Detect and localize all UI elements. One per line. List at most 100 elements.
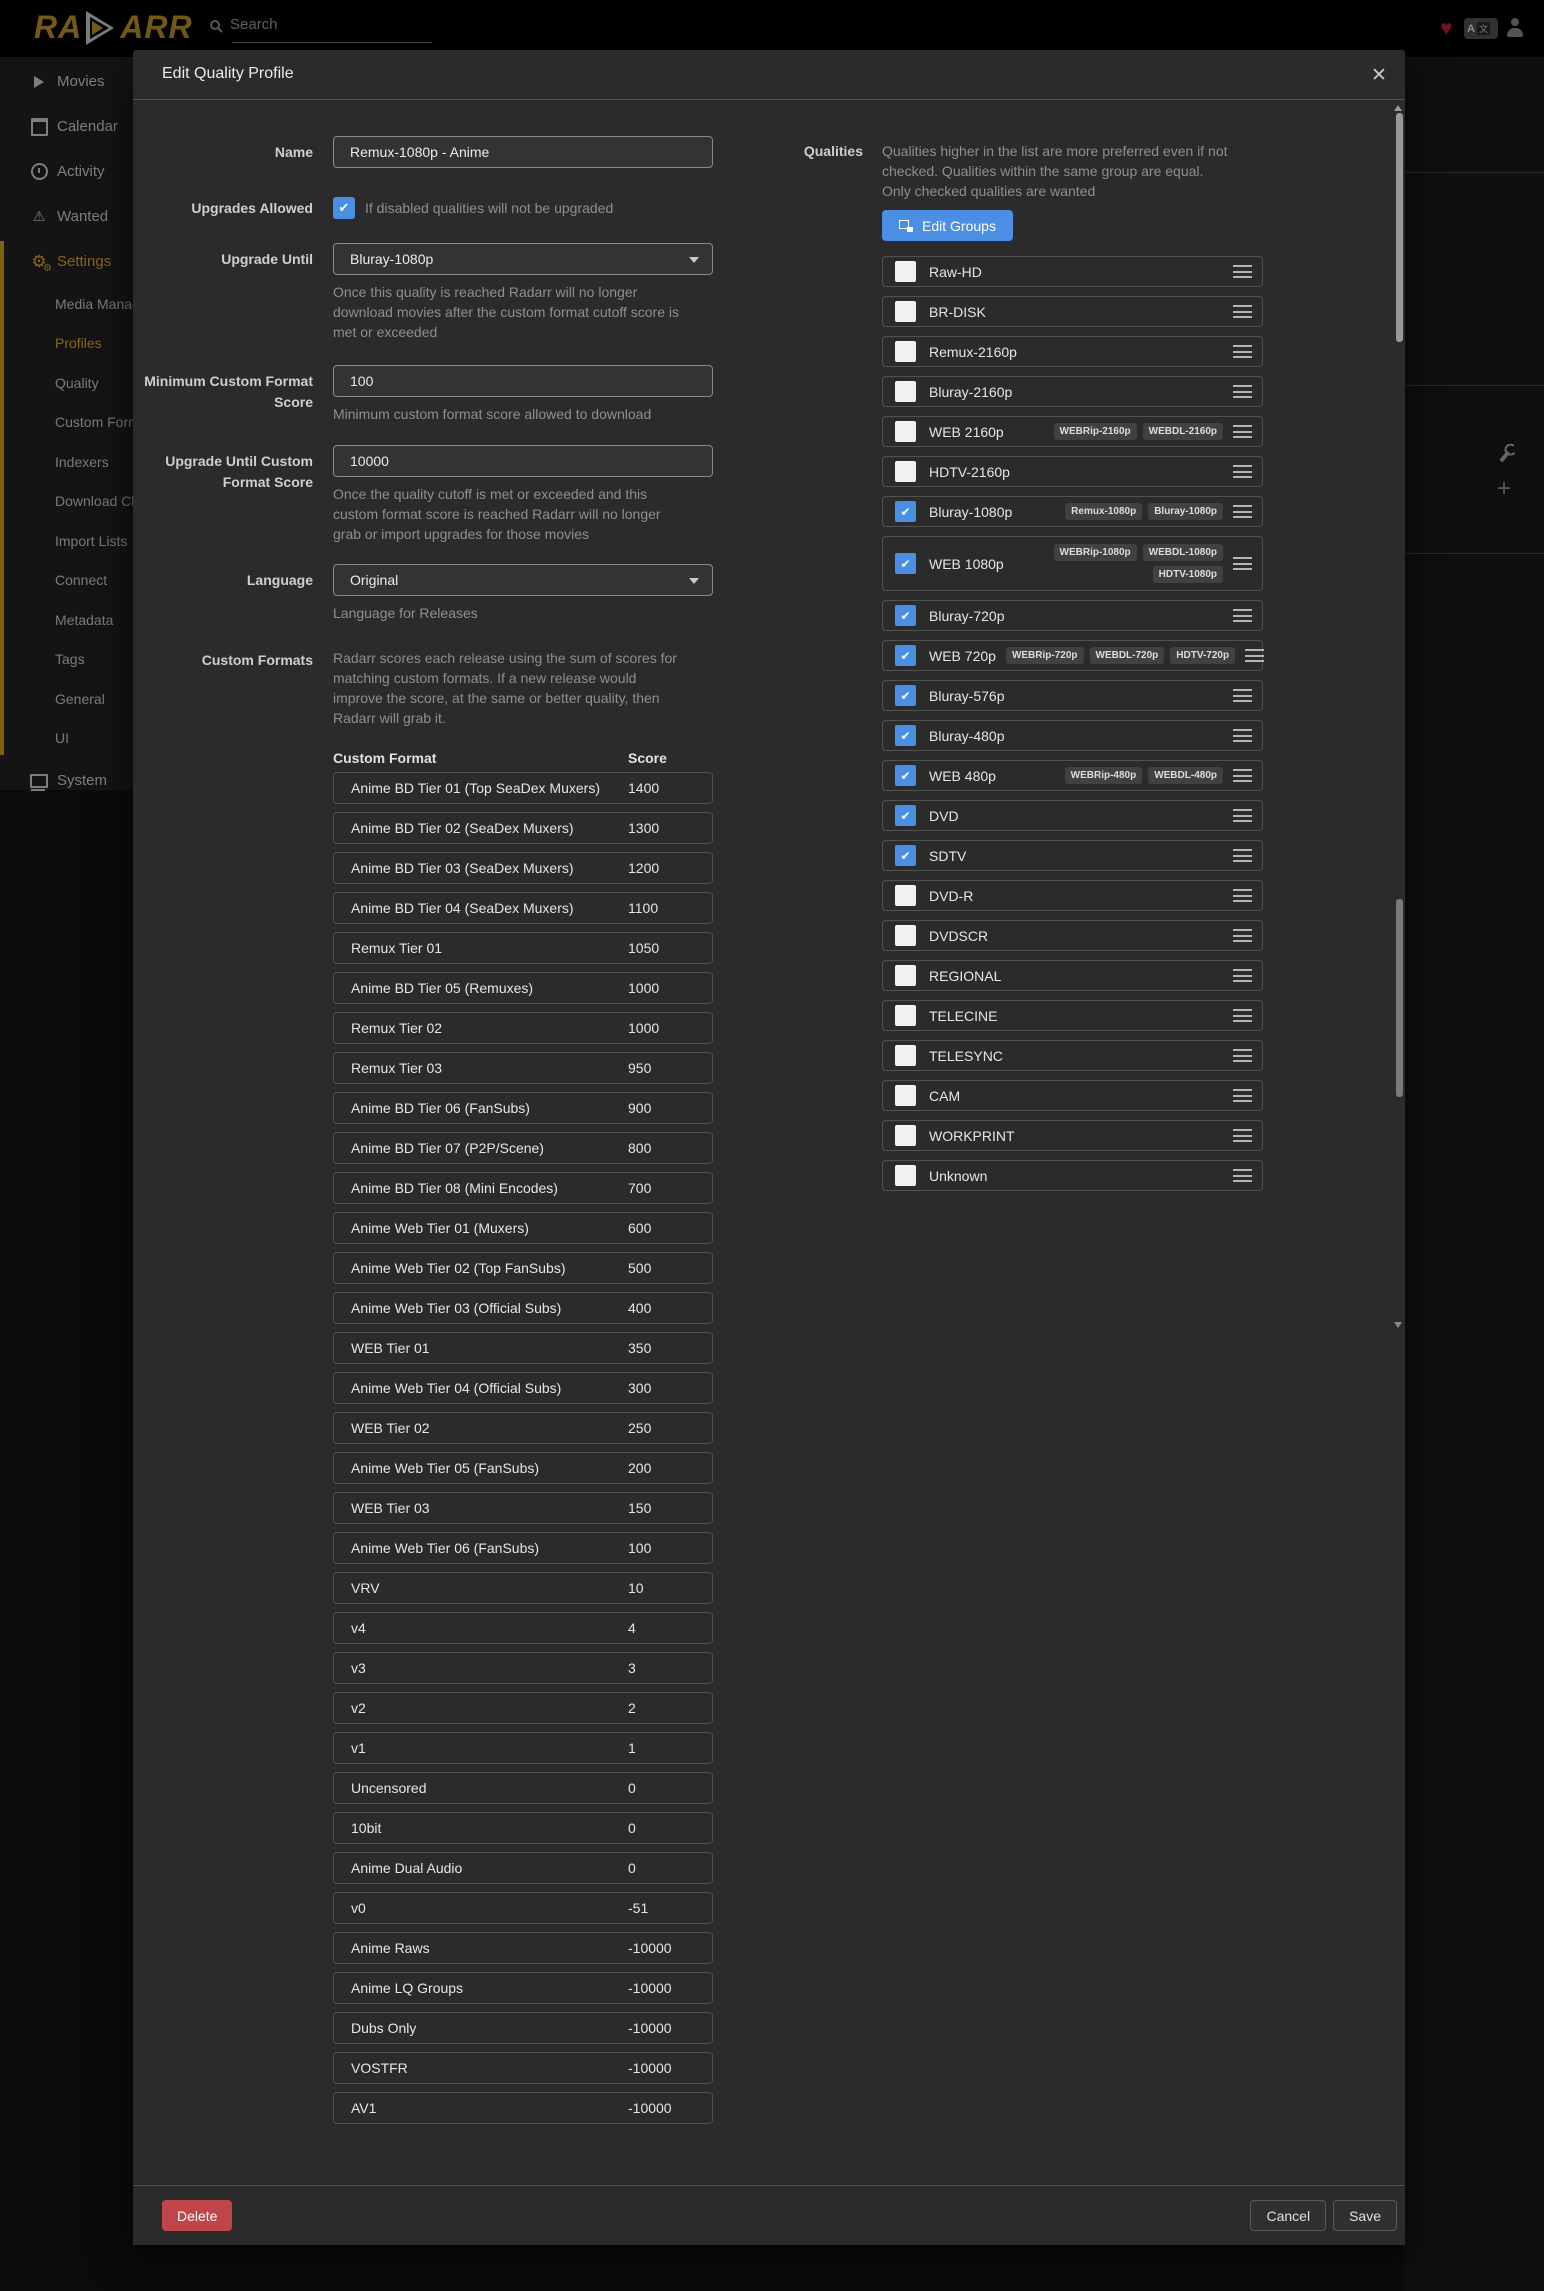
drag-handle-icon[interactable] bbox=[1233, 689, 1252, 702]
drag-handle-icon[interactable] bbox=[1233, 1049, 1252, 1062]
language-select[interactable]: Original bbox=[333, 564, 713, 596]
save-button[interactable]: Save bbox=[1333, 2200, 1397, 2231]
custom-format-name: Anime BD Tier 05 (Remuxes) bbox=[351, 980, 628, 996]
custom-format-score: 800 bbox=[628, 1140, 651, 1156]
delete-button[interactable]: Delete bbox=[162, 2200, 232, 2231]
scrollbar-thumb[interactable] bbox=[1396, 113, 1403, 342]
quality-checkbox[interactable] bbox=[895, 885, 916, 906]
drag-handle-icon[interactable] bbox=[1245, 649, 1264, 662]
upgrades-allowed-checkbox[interactable]: ✔ bbox=[333, 197, 355, 219]
qualities-description: Qualities higher in the list are more pr… bbox=[882, 141, 1234, 201]
quality-name: CAM bbox=[929, 1088, 960, 1104]
custom-format-row: Anime BD Tier 08 (Mini Encodes)700 bbox=[333, 1172, 713, 1204]
drag-handle-icon[interactable] bbox=[1233, 305, 1252, 318]
drag-handle-icon[interactable] bbox=[1233, 849, 1252, 862]
upgrade-until-select[interactable]: Bluray-1080p bbox=[333, 243, 713, 275]
quality-checkbox[interactable] bbox=[895, 1045, 916, 1066]
quality-row: Remux-2160p bbox=[882, 336, 1263, 367]
cancel-button[interactable]: Cancel bbox=[1250, 2200, 1326, 2231]
quality-row: WEB 2160pWEBRip-2160pWEBDL-2160p bbox=[882, 416, 1263, 447]
drag-handle-icon[interactable] bbox=[1233, 1009, 1252, 1022]
column-score: Score bbox=[628, 750, 667, 766]
custom-format-score: 300 bbox=[628, 1380, 651, 1396]
quality-checkbox[interactable] bbox=[895, 421, 916, 442]
quality-row: ✔WEB 1080pWEBRip-1080pWEBDL-1080pHDTV-10… bbox=[882, 536, 1263, 591]
drag-handle-icon[interactable] bbox=[1233, 557, 1252, 570]
drag-handle-icon[interactable] bbox=[1233, 465, 1252, 478]
quality-checkbox[interactable] bbox=[895, 261, 916, 282]
quality-name: Bluray-720p bbox=[929, 608, 1005, 624]
quality-row: HDTV-2160p bbox=[882, 456, 1263, 487]
quality-checkbox[interactable]: ✔ bbox=[895, 605, 916, 626]
drag-handle-icon[interactable] bbox=[1233, 345, 1252, 358]
drag-handle-icon[interactable] bbox=[1233, 809, 1252, 822]
quality-badge: WEBDL-720p bbox=[1090, 647, 1165, 664]
quality-checkbox[interactable] bbox=[895, 301, 916, 322]
quality-row: Raw-HD bbox=[882, 256, 1263, 287]
close-icon[interactable]: ✕ bbox=[1365, 61, 1393, 89]
quality-checkbox[interactable] bbox=[895, 1005, 916, 1026]
custom-format-row: WEB Tier 01350 bbox=[333, 1332, 713, 1364]
quality-checkbox[interactable] bbox=[895, 925, 916, 946]
custom-format-score: 700 bbox=[628, 1180, 651, 1196]
quality-checkbox[interactable]: ✔ bbox=[895, 501, 916, 522]
scrollbar-thumb[interactable] bbox=[1396, 899, 1403, 1097]
quality-row: BR-DISK bbox=[882, 296, 1263, 327]
drag-handle-icon[interactable] bbox=[1233, 505, 1252, 518]
quality-row: DVDSCR bbox=[882, 920, 1263, 951]
drag-handle-icon[interactable] bbox=[1233, 265, 1252, 278]
min-format-score-input[interactable] bbox=[333, 365, 713, 397]
quality-checkbox[interactable]: ✔ bbox=[895, 845, 916, 866]
drag-handle-icon[interactable] bbox=[1233, 889, 1252, 902]
quality-checkbox[interactable] bbox=[895, 1125, 916, 1146]
custom-format-row: Anime Dual Audio0 bbox=[333, 1852, 713, 1884]
upgrades-allowed-help: If disabled qualities will not be upgrad… bbox=[365, 200, 613, 216]
custom-format-row: Anime BD Tier 05 (Remuxes)1000 bbox=[333, 972, 713, 1004]
drag-handle-icon[interactable] bbox=[1233, 769, 1252, 782]
quality-checkbox[interactable] bbox=[895, 381, 916, 402]
drag-handle-icon[interactable] bbox=[1233, 385, 1252, 398]
quality-checkbox[interactable] bbox=[895, 965, 916, 986]
quality-checkbox[interactable]: ✔ bbox=[895, 765, 916, 786]
drag-handle-icon[interactable] bbox=[1233, 929, 1252, 942]
drag-handle-icon[interactable] bbox=[1233, 425, 1252, 438]
drag-handle-icon[interactable] bbox=[1233, 609, 1252, 622]
custom-format-row: Anime Web Tier 01 (Muxers)600 bbox=[333, 1212, 713, 1244]
quality-name: Bluray-2160p bbox=[929, 384, 1012, 400]
edit-groups-button[interactable]: Edit Groups bbox=[882, 210, 1013, 241]
quality-checkbox[interactable] bbox=[895, 341, 916, 362]
quality-badges: WEBRip-2160pWEBDL-2160p bbox=[1014, 423, 1223, 440]
custom-format-score: 4 bbox=[628, 1620, 636, 1636]
custom-format-name: Remux Tier 01 bbox=[351, 940, 628, 956]
custom-format-row: Anime Web Tier 02 (Top FanSubs)500 bbox=[333, 1252, 713, 1284]
custom-format-name: Remux Tier 03 bbox=[351, 1060, 628, 1076]
drag-handle-icon[interactable] bbox=[1233, 729, 1252, 742]
custom-format-row: Anime LQ Groups-10000 bbox=[333, 1972, 713, 2004]
scroll-up-arrow[interactable] bbox=[1394, 105, 1402, 111]
quality-badges: WEBRip-1080pWEBDL-1080pHDTV-1080p bbox=[1014, 537, 1223, 590]
quality-checkbox[interactable]: ✔ bbox=[895, 725, 916, 746]
quality-checkbox[interactable]: ✔ bbox=[895, 645, 916, 666]
drag-handle-icon[interactable] bbox=[1233, 1169, 1252, 1182]
quality-checkbox[interactable]: ✔ bbox=[895, 553, 916, 574]
custom-format-name: Anime BD Tier 06 (FanSubs) bbox=[351, 1100, 628, 1116]
drag-handle-icon[interactable] bbox=[1233, 1089, 1252, 1102]
custom-format-table-header: Custom Format Score bbox=[333, 750, 713, 766]
quality-checkbox[interactable]: ✔ bbox=[895, 685, 916, 706]
quality-row: ✔Bluray-1080pRemux-1080pBluray-1080p bbox=[882, 496, 1263, 527]
quality-checkbox[interactable] bbox=[895, 1165, 916, 1186]
quality-badge: WEBRip-480p bbox=[1065, 767, 1143, 784]
quality-checkbox[interactable] bbox=[895, 1085, 916, 1106]
quality-checkbox[interactable] bbox=[895, 461, 916, 482]
name-input[interactable] bbox=[333, 136, 713, 168]
custom-format-score: 2 bbox=[628, 1700, 636, 1716]
ungroup-icon bbox=[899, 220, 913, 232]
drag-handle-icon[interactable] bbox=[1233, 1129, 1252, 1142]
scroll-down-arrow[interactable] bbox=[1394, 1322, 1402, 1328]
custom-format-name: 10bit bbox=[351, 1820, 628, 1836]
quality-checkbox[interactable]: ✔ bbox=[895, 805, 916, 826]
drag-handle-icon[interactable] bbox=[1233, 969, 1252, 982]
custom-formats-description: Radarr scores each release using the sum… bbox=[333, 648, 685, 728]
upgrade-until-score-input[interactable] bbox=[333, 445, 713, 477]
quality-name: Bluray-1080p bbox=[929, 504, 1012, 520]
